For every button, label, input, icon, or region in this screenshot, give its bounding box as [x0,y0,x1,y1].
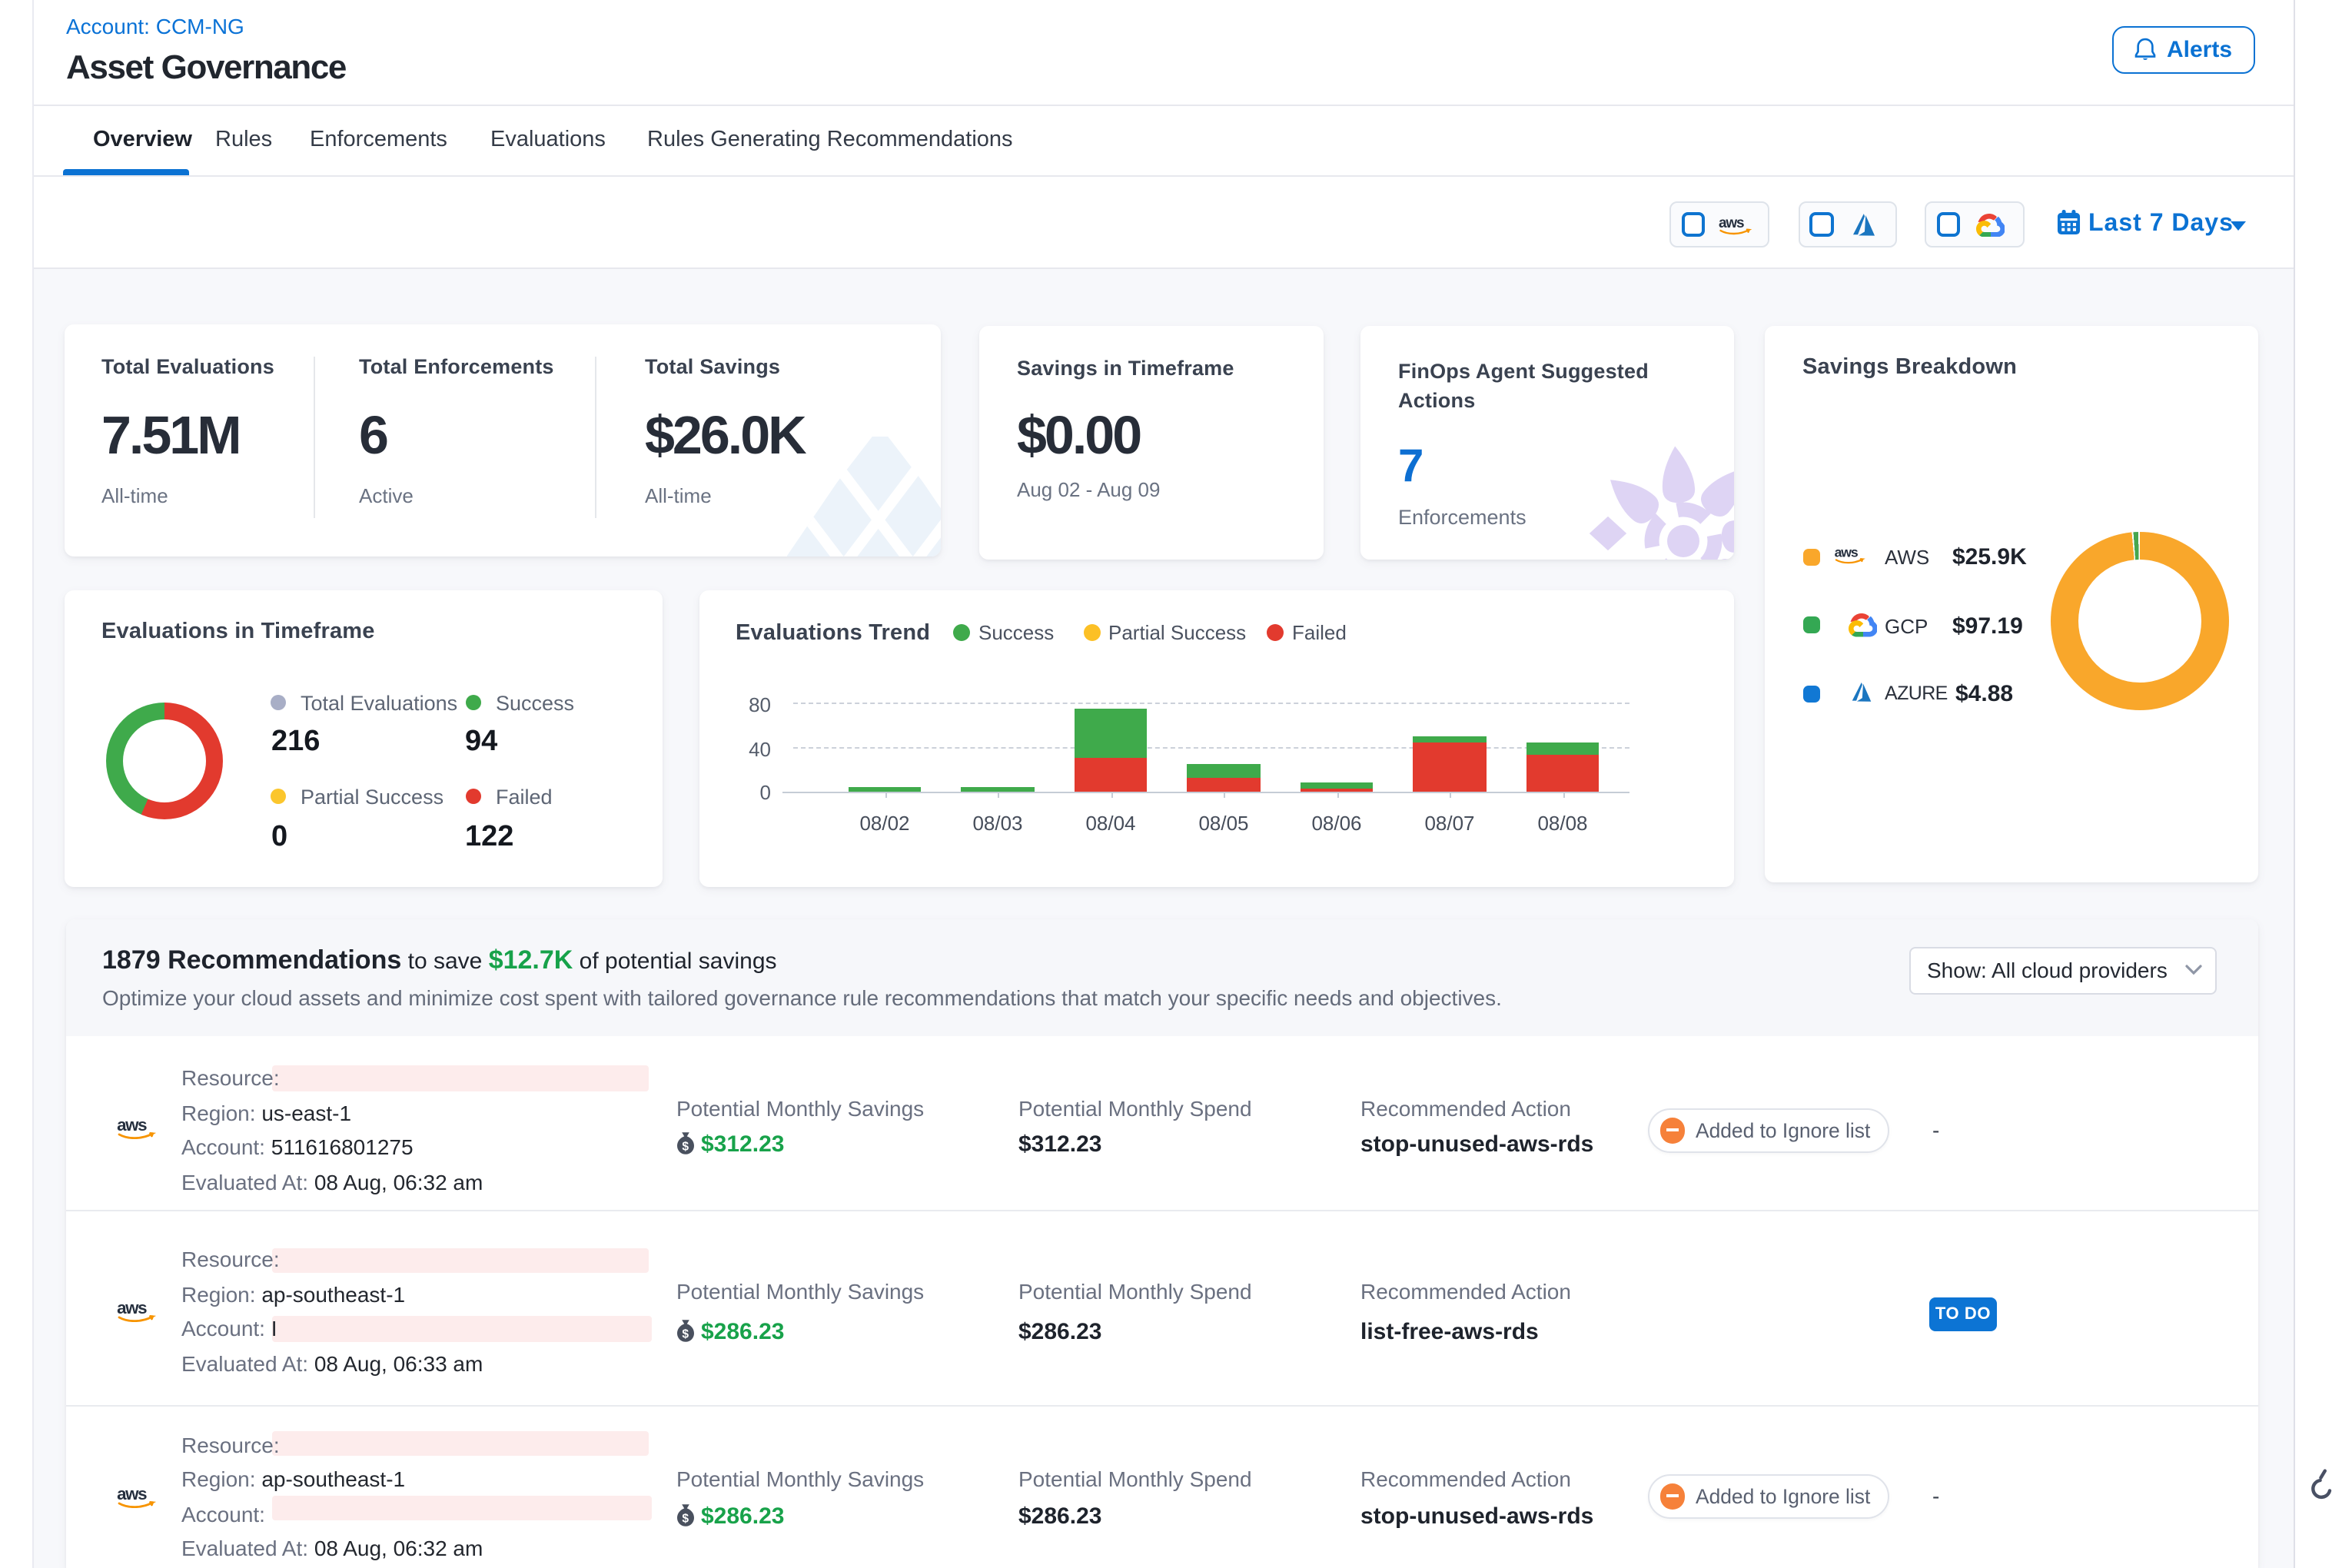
svg-text:$: $ [682,1140,689,1153]
svg-text:aws: aws [1835,545,1859,560]
svg-text:aws: aws [116,1297,146,1317]
svg-text:$: $ [682,1327,689,1340]
svg-text:aws: aws [116,1115,146,1134]
svg-text:$: $ [682,1511,689,1524]
svg-text:aws: aws [116,1483,146,1503]
svg-text:aws: aws [1719,215,1744,231]
